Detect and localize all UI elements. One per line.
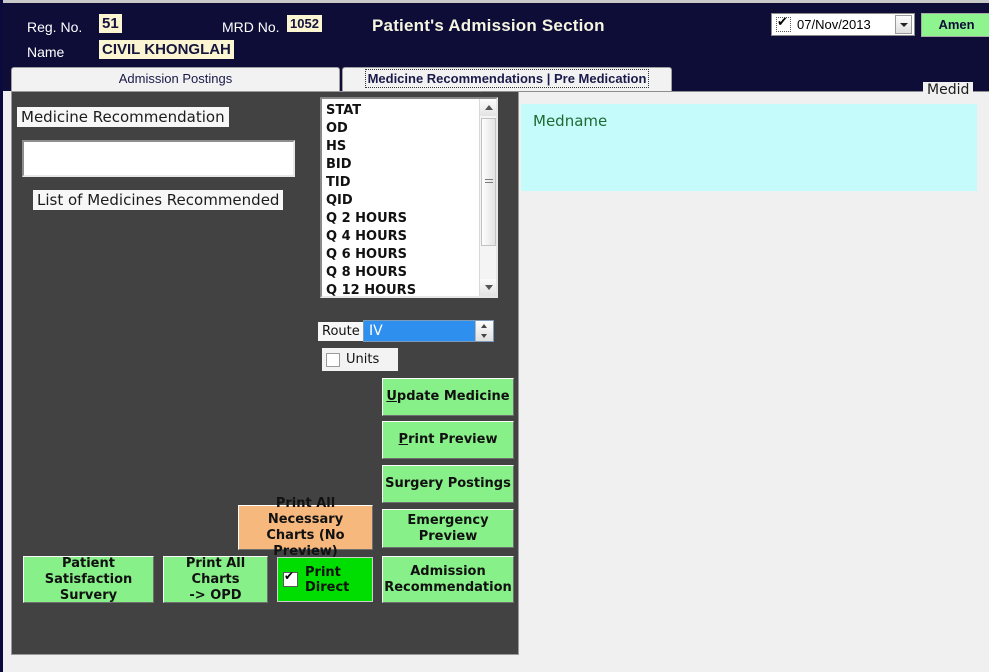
units-checkbox-row[interactable]: Units xyxy=(322,348,398,371)
page-title: Patient's Admission Section xyxy=(372,16,605,35)
route-combo[interactable]: IV xyxy=(363,320,494,342)
list-item[interactable]: QID xyxy=(326,192,479,210)
medicine-recommendation-label: Medicine Recommendation xyxy=(17,107,229,127)
list-item[interactable]: Q 6 HOURS xyxy=(326,246,479,264)
print-preview-accel: P xyxy=(398,432,409,447)
surgery-postings-label: Surgery Postings xyxy=(385,476,511,491)
medid-group-divider xyxy=(481,91,989,92)
medicine-recommendation-input[interactable] xyxy=(22,140,295,177)
print-preview-label: rint Preview xyxy=(408,432,498,447)
frequency-listbox[interactable]: STAT OD HS BID TID QID Q 2 HOURS Q 4 HOU… xyxy=(320,97,498,298)
mrd-no-label: MRD No. xyxy=(222,19,280,35)
name-value: CIVIL KHONGLAH xyxy=(99,40,234,59)
emergency-preview-button[interactable]: Emergency Preview xyxy=(382,509,514,548)
surgery-postings-button[interactable]: Surgery Postings xyxy=(382,465,514,503)
print-all-charts-opd-button[interactable]: Print All Charts -> OPD xyxy=(163,556,268,603)
list-item[interactable]: HS xyxy=(326,138,479,156)
medid-group-caption: Medid xyxy=(923,82,974,98)
emergency-preview-label: Emergency Preview xyxy=(407,512,489,544)
patient-survey-line2: Survery xyxy=(59,587,118,603)
print-all-necessary-line1: Print All Necessary xyxy=(267,495,344,527)
list-item[interactable]: TID xyxy=(326,174,479,192)
tab-strip: Admission Postings Medicine Recommendati… xyxy=(3,63,989,91)
admission-recommendation-line2: Recommendation xyxy=(384,579,512,595)
tab-medicine-recommendations-label: Medicine Recommendations | Pre Medicatio… xyxy=(364,69,650,88)
update-medicine-label: pdate Medicine xyxy=(396,389,510,404)
date-enabled-checkbox[interactable] xyxy=(776,14,791,32)
list-item[interactable]: Q 2 HOURS xyxy=(326,210,479,228)
route-value: IV xyxy=(364,321,475,341)
listbox-scrollbar[interactable] xyxy=(479,99,496,296)
units-label: Units xyxy=(346,352,380,367)
update-medicine-button[interactable]: Update Medicine xyxy=(382,378,514,416)
list-item[interactable]: OD xyxy=(326,120,479,138)
reg-no-label: Reg. No. xyxy=(27,19,83,35)
name-label: Name xyxy=(27,44,65,60)
scrollbar-thumb[interactable] xyxy=(481,118,496,246)
amend-button[interactable]: Amen xyxy=(921,13,989,37)
print-direct-toggle[interactable]: Print Direct xyxy=(277,557,373,602)
header-bar: Reg. No. 51 MRD No. 1052 Name CIVIL KHON… xyxy=(3,0,989,63)
print-direct-checkbox[interactable] xyxy=(283,569,298,587)
scroll-up-arrow-icon[interactable] xyxy=(480,99,496,116)
frequency-listbox-items: STAT OD HS BID TID QID Q 2 HOURS Q 4 HOU… xyxy=(322,99,479,296)
application-window: Reg. No. 51 MRD No. 1052 Name CIVIL KHON… xyxy=(0,0,989,672)
tab-admission-postings[interactable]: Admission Postings xyxy=(11,67,340,91)
scroll-down-arrow-icon[interactable] xyxy=(480,279,496,296)
update-medicine-accel: U xyxy=(386,389,397,404)
admission-date-picker[interactable]: 07/Nov/2013 xyxy=(771,13,915,36)
list-item[interactable]: Q 12 HOURS xyxy=(326,282,479,296)
print-all-necessary-charts-button[interactable]: Print All Necessary Charts (No Preview) xyxy=(238,496,373,559)
patient-satisfaction-survey-button[interactable]: Patient Satisfaction Survery xyxy=(23,556,154,603)
list-item[interactable]: Q 8 HOURS xyxy=(326,264,479,282)
patient-survey-line1: Patient Satisfaction xyxy=(44,555,133,587)
list-item[interactable]: STAT xyxy=(326,102,479,120)
medname-text: Medname xyxy=(533,112,608,130)
tab-admission-postings-label: Admission Postings xyxy=(118,71,233,86)
admission-recommendation-line1: Admission xyxy=(410,563,486,579)
list-item[interactable]: Q 4 HOURS xyxy=(326,228,479,246)
list-of-medicines-label: List of Medicines Recommended xyxy=(33,190,284,210)
route-label: Route xyxy=(318,322,364,341)
reg-no-value: 51 xyxy=(99,14,122,33)
admission-recommendation-button[interactable]: Admission Recommendation xyxy=(382,556,514,603)
print-all-charts-line2: -> OPD xyxy=(189,587,242,603)
units-checkbox[interactable] xyxy=(326,352,340,367)
tab-medicine-recommendations[interactable]: Medicine Recommendations | Pre Medicatio… xyxy=(342,67,672,91)
medname-panel: Medname xyxy=(521,104,977,191)
date-value: 07/Nov/2013 xyxy=(797,17,871,32)
print-all-charts-line1: Print All Charts xyxy=(185,555,246,587)
chevron-down-icon[interactable] xyxy=(895,15,912,34)
list-item[interactable]: BID xyxy=(326,156,479,174)
print-all-necessary-line2: Charts (No Preview) xyxy=(266,527,345,559)
print-direct-label: Print Direct xyxy=(305,564,350,595)
mrd-no-value: 1052 xyxy=(287,15,322,32)
print-preview-button[interactable]: Print Preview xyxy=(382,421,514,459)
spinner-arrows-icon[interactable] xyxy=(475,321,493,341)
